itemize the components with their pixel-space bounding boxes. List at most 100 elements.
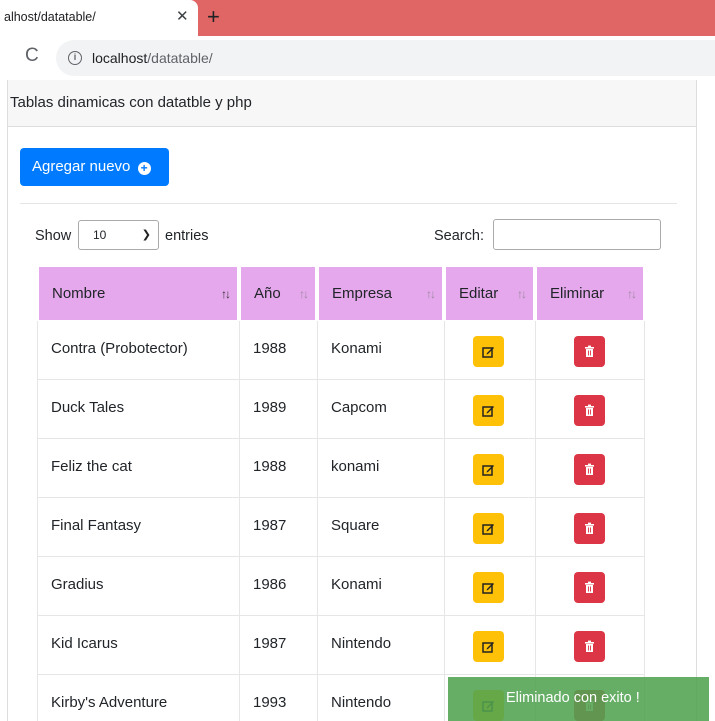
cell-empresa: Konami (317, 557, 444, 616)
column-label: Empresa (332, 285, 393, 302)
column-header-eliminar[interactable]: Eliminar ↑↓ (535, 265, 645, 322)
entries-select[interactable]: 10 ❯ (78, 220, 159, 250)
search-input[interactable] (493, 219, 661, 250)
cell-nombre: Kirby's Adventure (37, 675, 239, 721)
cell-nombre: Kid Icarus (37, 616, 239, 675)
cell-editar (444, 616, 535, 675)
url-host: localhost (92, 50, 148, 66)
chevron-down-icon: ❯ (141, 229, 151, 241)
tab-title: alhost/datatable/ (4, 10, 96, 24)
cell-editar (444, 321, 535, 380)
cell-empresa: Konami (317, 321, 444, 380)
column-label: Editar (459, 285, 499, 302)
edit-button[interactable] (473, 572, 504, 603)
sort-icon: ↑↓ (627, 287, 637, 301)
edit-icon (482, 642, 494, 653)
edit-button[interactable] (473, 395, 504, 426)
table-row: Duck Tales 1989 Capcom (37, 380, 645, 439)
plus-circle-icon: + (137, 162, 151, 175)
table-header: Nombre ↑↓ Año ↑↓ Empresa ↑↓ Editar ↑↓ Elimin… (37, 265, 645, 324)
url-text: localhost/datatable/ (92, 50, 213, 66)
column-header-nombre[interactable]: Nombre ↑↓ (37, 265, 239, 322)
column-header-anio[interactable]: Año ↑↓ (239, 265, 317, 322)
column-label: Eliminar (550, 285, 605, 302)
trash-icon (585, 581, 594, 593)
cell-eliminar (535, 321, 645, 380)
cell-empresa: Nintendo (317, 616, 444, 675)
column-header-empresa[interactable]: Empresa ↑↓ (317, 265, 444, 322)
cell-empresa: Square (317, 498, 444, 557)
column-label: Nombre (52, 285, 106, 302)
search-label: Search: (434, 228, 484, 244)
cell-editar (444, 557, 535, 616)
edit-icon (482, 406, 494, 417)
page-title: Tablas dinamicas con datatble y php (10, 94, 252, 111)
edit-icon (482, 347, 494, 358)
trash-icon (585, 404, 594, 416)
cell-empresa: Nintendo (317, 675, 444, 721)
new-tab-icon[interactable]: + (207, 4, 220, 30)
delete-button[interactable] (574, 513, 605, 544)
cell-anio: 1987 (239, 616, 317, 675)
cell-editar (444, 380, 535, 439)
divider (20, 203, 677, 204)
add-new-button[interactable]: Agregar nuevo + (20, 148, 169, 186)
delete-button[interactable] (574, 336, 605, 367)
table-row: Feliz the cat 1988 konami (37, 439, 645, 498)
column-header-editar[interactable]: Editar ↑↓ (444, 265, 535, 322)
delete-button[interactable] (574, 631, 605, 662)
cell-anio: 1989 (239, 380, 317, 439)
trash-icon (585, 463, 594, 475)
tab-strip: alhost/datatable/ ✕ + (0, 0, 715, 36)
close-tab-icon[interactable]: ✕ (176, 8, 189, 26)
entries-value: 10 (93, 228, 107, 242)
cell-eliminar (535, 380, 645, 439)
table-row: Final Fantasy 1987 Square (37, 498, 645, 557)
delete-button[interactable] (574, 572, 605, 603)
edit-icon (482, 524, 494, 535)
cell-nombre: Final Fantasy (37, 498, 239, 557)
cell-anio: 1988 (239, 321, 317, 380)
delete-button[interactable] (574, 454, 605, 485)
success-toast[interactable]: Eliminado con exito ! (448, 677, 709, 721)
entries-label: entries (165, 228, 209, 244)
edit-button[interactable] (473, 454, 504, 485)
show-label: Show (35, 228, 72, 244)
sort-icon: ↑↓ (221, 287, 231, 301)
edit-icon (482, 465, 494, 476)
cell-empresa: konami (317, 439, 444, 498)
edit-button[interactable] (473, 336, 504, 367)
cell-nombre: Duck Tales (37, 380, 239, 439)
url-field[interactable]: i localhost/datatable/ (56, 40, 715, 76)
browser-tab[interactable]: alhost/datatable/ ✕ (0, 0, 198, 36)
edit-button[interactable] (473, 513, 504, 544)
url-path: /datatable/ (147, 50, 213, 66)
trash-icon (585, 345, 594, 357)
address-bar: C i localhost/datatable/ (0, 36, 715, 80)
sort-icon: ↑↓ (517, 287, 527, 301)
sort-icon: ↑↓ (426, 287, 436, 301)
trash-icon (585, 640, 594, 652)
cell-nombre: Contra (Probotector) (37, 321, 239, 380)
table-row: Gradius 1986 Konami (37, 557, 645, 616)
cell-editar (444, 439, 535, 498)
edit-icon (482, 583, 494, 594)
cell-anio: 1988 (239, 439, 317, 498)
add-new-label: Agregar nuevo (32, 158, 131, 175)
table-row: Contra (Probotector) 1988 Konami (37, 321, 645, 380)
column-label: Año (254, 285, 281, 302)
toast-message: Eliminado con exito ! (506, 690, 640, 706)
cell-editar (444, 498, 535, 557)
cell-nombre: Gradius (37, 557, 239, 616)
table-row: Kid Icarus 1987 Nintendo (37, 616, 645, 675)
delete-button[interactable] (574, 395, 605, 426)
cell-eliminar (535, 557, 645, 616)
edit-button[interactable] (473, 631, 504, 662)
cell-eliminar (535, 616, 645, 675)
info-icon[interactable]: i (68, 51, 82, 65)
card-header: Tablas dinamicas con datatble y php (7, 80, 697, 127)
cell-anio: 1993 (239, 675, 317, 721)
cell-empresa: Capcom (317, 380, 444, 439)
reload-icon[interactable]: C (25, 46, 39, 66)
cell-anio: 1987 (239, 498, 317, 557)
